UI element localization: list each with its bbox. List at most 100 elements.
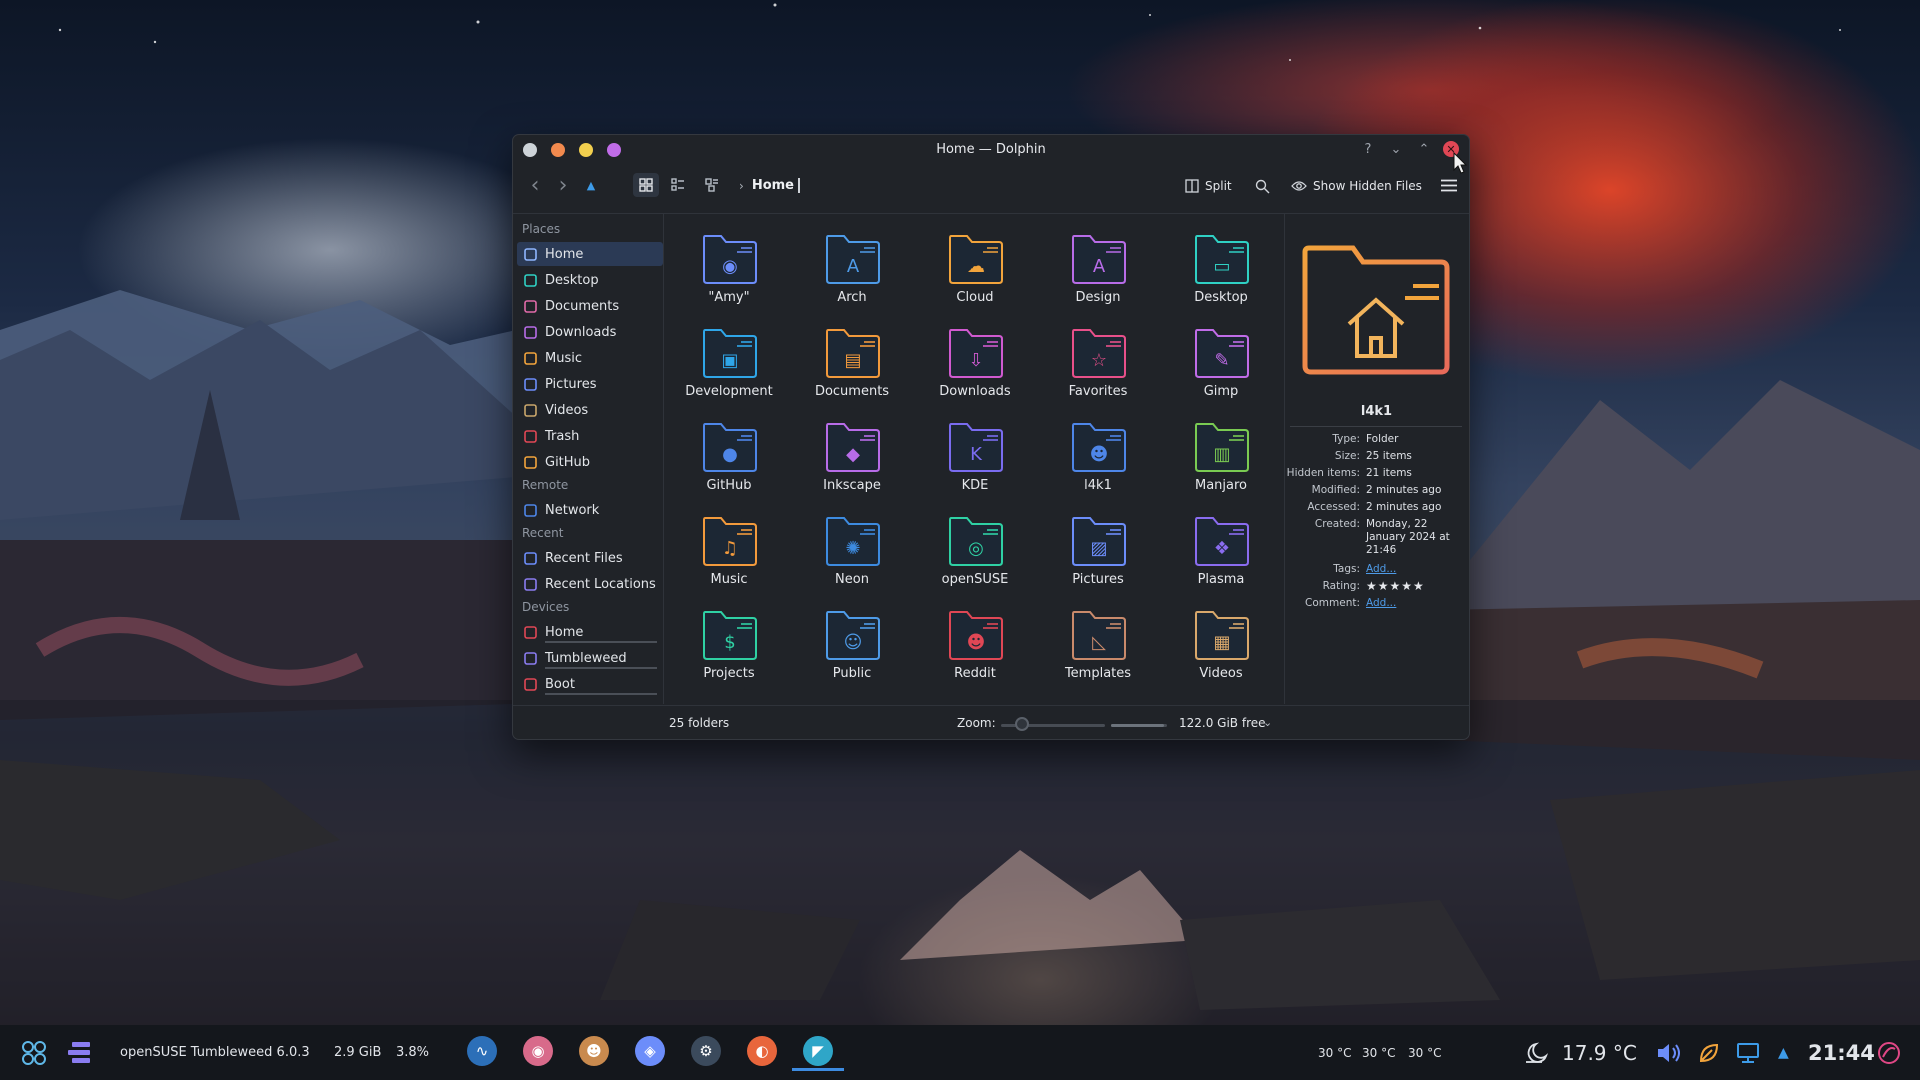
svg-text:⇩: ⇩ bbox=[968, 350, 983, 371]
pager-button[interactable] bbox=[68, 1025, 92, 1080]
recent-files-icon bbox=[523, 551, 537, 565]
sidebar-item-network[interactable]: Network bbox=[517, 498, 663, 522]
info-add-link[interactable]: Add... bbox=[1366, 563, 1462, 576]
sidebar-item-label: Network bbox=[545, 502, 600, 518]
folder-icon: ◎ bbox=[949, 517, 1003, 566]
discover-icon[interactable]: ◈ bbox=[635, 1036, 665, 1066]
sidebar-item-videos[interactable]: Videos bbox=[517, 398, 663, 422]
os-version: openSUSE Tumbleweed 6.0.3 bbox=[120, 1045, 310, 1060]
drive-icon bbox=[523, 677, 537, 691]
leaf-icon bbox=[1699, 1043, 1719, 1062]
sidebar-item-trash[interactable]: Trash bbox=[517, 424, 663, 448]
folder-item[interactable]: ▣ Development bbox=[674, 318, 784, 406]
folder-item[interactable]: ◆ Inkscape bbox=[797, 412, 907, 500]
notifications-button[interactable] bbox=[1876, 1025, 1902, 1080]
back-button[interactable]: ‹ bbox=[525, 173, 545, 198]
free-space-dropdown-icon[interactable]: ⌄ bbox=[1263, 716, 1272, 729]
folder-icon: ▦ bbox=[1195, 611, 1249, 660]
folder-item[interactable]: ▭ Desktop bbox=[1166, 224, 1276, 312]
titlebar[interactable]: Home — Dolphin ? ⌄ ⌃ ✕ bbox=[513, 135, 1469, 165]
svg-text:▣: ▣ bbox=[721, 350, 738, 371]
volume-button[interactable] bbox=[1656, 1025, 1682, 1080]
firefox-icon[interactable]: ◐ bbox=[747, 1036, 777, 1066]
folder-item[interactable]: ▦ Videos bbox=[1166, 600, 1276, 688]
folder-item[interactable]: ⇩ Downloads bbox=[920, 318, 1030, 406]
folder-item[interactable]: ● GitHub bbox=[674, 412, 784, 500]
network-button[interactable] bbox=[1736, 1025, 1760, 1080]
sidebar-item-label: Pictures bbox=[545, 376, 597, 392]
sidebar-item-pictures[interactable]: Pictures bbox=[517, 372, 663, 396]
sidebar-item-label: Videos bbox=[545, 402, 589, 418]
folder-name: Public bbox=[832, 666, 872, 681]
sidebar-item-downloads[interactable]: Downloads bbox=[517, 320, 663, 344]
folder-icon: ◉ bbox=[703, 235, 757, 284]
sidebar-item-home[interactable]: Home bbox=[517, 242, 663, 266]
svg-text:●: ● bbox=[722, 444, 738, 465]
menu-button[interactable] bbox=[1441, 179, 1457, 192]
compact-view-button[interactable] bbox=[665, 173, 691, 197]
folder-item[interactable]: ◉ "Amy" bbox=[674, 224, 784, 312]
sidebar-item-recent-locations[interactable]: Recent Locations bbox=[517, 572, 663, 596]
sidebar-item-github[interactable]: GitHub bbox=[517, 450, 663, 474]
steam-icon[interactable]: ⚙ bbox=[691, 1036, 721, 1066]
volume-icon bbox=[1658, 1043, 1680, 1062]
folder-item[interactable]: A Design bbox=[1043, 224, 1153, 312]
folder-item[interactable]: K KDE bbox=[920, 412, 1030, 500]
folder-item[interactable]: ▤ Documents bbox=[797, 318, 907, 406]
folder-item[interactable]: ☁ Cloud bbox=[920, 224, 1030, 312]
svg-text:☆: ☆ bbox=[1091, 350, 1107, 371]
clock[interactable]: 21:44 bbox=[1808, 1025, 1875, 1080]
sidebar-item-recent-files[interactable]: Recent Files bbox=[517, 546, 663, 570]
info-add-link[interactable]: Add... bbox=[1366, 597, 1462, 610]
minimize-button[interactable]: ⌄ bbox=[1387, 140, 1405, 158]
folder-item[interactable]: ☻ l4k1 bbox=[1043, 412, 1153, 500]
folder-name: Videos bbox=[1199, 666, 1243, 681]
help-button[interactable]: ? bbox=[1359, 140, 1377, 158]
sidebar-item-label: Tumbleweed bbox=[545, 650, 627, 666]
folder-item[interactable]: ◎ openSUSE bbox=[920, 506, 1030, 594]
emoji-app-icon[interactable]: ☻ bbox=[579, 1036, 609, 1066]
zoom-slider-handle[interactable] bbox=[1014, 717, 1029, 731]
folder-name: Templates bbox=[1064, 666, 1132, 681]
folder-icon: ▤ bbox=[826, 329, 880, 378]
sidebar-item-documents[interactable]: Documents bbox=[517, 294, 663, 318]
folder-item[interactable]: ♫ Music bbox=[674, 506, 784, 594]
split-button[interactable]: Split bbox=[1185, 179, 1232, 193]
svg-text:$: $ bbox=[724, 632, 735, 653]
folder-item[interactable]: ✺ Neon bbox=[797, 506, 907, 594]
up-button[interactable]: ▲ bbox=[581, 173, 601, 197]
folder-item[interactable]: ☻ Reddit bbox=[920, 600, 1030, 688]
breadcrumb-home[interactable]: Home bbox=[752, 178, 800, 193]
sidebar-item-label: Home bbox=[545, 624, 584, 640]
folder-item[interactable]: ❖ Plasma bbox=[1166, 506, 1276, 594]
power-profile-button[interactable] bbox=[1698, 1025, 1720, 1080]
folder-item[interactable]: $ Projects bbox=[674, 600, 784, 688]
folder-item[interactable]: ☆ Favorites bbox=[1043, 318, 1153, 406]
folder-item[interactable]: ▨ Pictures bbox=[1043, 506, 1153, 594]
weather-button[interactable] bbox=[1522, 1025, 1550, 1080]
documents-icon bbox=[523, 299, 537, 313]
rating-stars[interactable]: ★★★★★ bbox=[1366, 580, 1462, 593]
folder-icon: ✺ bbox=[826, 517, 880, 566]
forward-button[interactable]: › bbox=[553, 173, 573, 198]
folder-item[interactable]: A Arch bbox=[797, 224, 907, 312]
folder-item[interactable]: ✎ Gimp bbox=[1166, 318, 1276, 406]
icons-view-button[interactable] bbox=[633, 173, 659, 197]
app-launcher-icon[interactable]: ◉ bbox=[523, 1036, 553, 1066]
folder-item[interactable]: ▥ Manjaro bbox=[1166, 412, 1276, 500]
system-monitor-icon[interactable]: ∿ bbox=[467, 1036, 497, 1066]
breadcrumb[interactable]: › Home bbox=[739, 178, 800, 193]
app-launcher-button[interactable] bbox=[20, 1025, 48, 1080]
memory-usage: 2.9 GiB bbox=[334, 1045, 382, 1060]
folder-item[interactable]: ◺ Templates bbox=[1043, 600, 1153, 688]
details-view-button[interactable] bbox=[699, 173, 725, 197]
show-hidden-files-button[interactable]: Show Hidden Files bbox=[1291, 179, 1422, 193]
dolphin-icon[interactable]: ◤ bbox=[803, 1036, 833, 1066]
search-button[interactable] bbox=[1255, 179, 1270, 194]
folder-name: Desktop bbox=[1194, 290, 1248, 305]
maximize-button[interactable]: ⌃ bbox=[1415, 140, 1433, 158]
sidebar-item-music[interactable]: Music bbox=[517, 346, 663, 370]
system-tray-expand-icon[interactable]: ▲ bbox=[1778, 1025, 1789, 1080]
folder-item[interactable]: ☺ Public bbox=[797, 600, 907, 688]
sidebar-item-desktop[interactable]: Desktop bbox=[517, 268, 663, 292]
